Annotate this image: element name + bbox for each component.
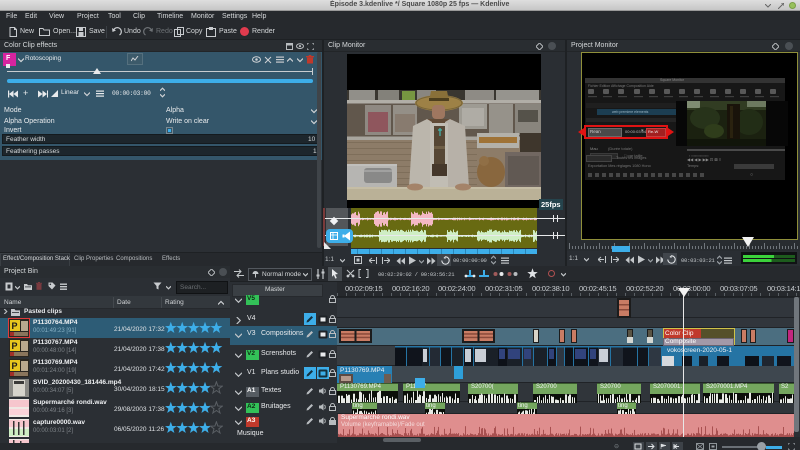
svg-text:P: P	[12, 341, 18, 351]
svg-text:P: P	[12, 361, 18, 371]
